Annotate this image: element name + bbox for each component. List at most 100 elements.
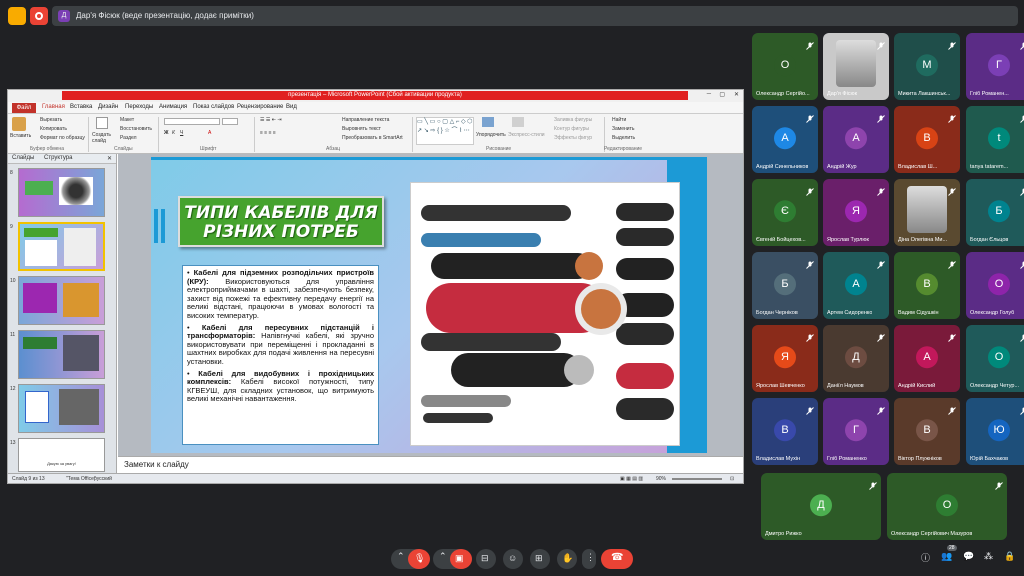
participant-tile[interactable]: Ю Юрій Бахчаков bbox=[966, 398, 1024, 465]
italic-icon[interactable]: К bbox=[172, 130, 175, 136]
arrange-icon[interactable] bbox=[482, 117, 494, 127]
find-button[interactable]: Найти bbox=[612, 117, 626, 123]
tab-transitions[interactable]: Переходы bbox=[125, 104, 153, 110]
arrange-button[interactable]: Упорядочить bbox=[476, 132, 506, 138]
tab-animation[interactable]: Анимация bbox=[159, 104, 187, 110]
shape-effects-button[interactable]: Эффекты фигур bbox=[554, 135, 592, 141]
tab-view[interactable]: Вид bbox=[286, 104, 297, 110]
present-icon[interactable] bbox=[8, 7, 26, 25]
maximize-icon[interactable]: ▢ bbox=[719, 91, 725, 98]
record-icon[interactable] bbox=[30, 7, 48, 25]
participant-tile[interactable]: А Андрій Жур bbox=[823, 106, 889, 173]
host-controls-icon[interactable]: 🔒 bbox=[1004, 551, 1015, 562]
align-text-button[interactable]: Выровнять текст bbox=[342, 126, 381, 132]
font-color-icon[interactable]: A bbox=[208, 130, 211, 136]
tab-insert[interactable]: Вставка bbox=[70, 104, 92, 110]
participant-tile[interactable]: В Владислав Мухін bbox=[752, 398, 818, 465]
participant-tile[interactable]: Я Ярослав Турлюк bbox=[823, 179, 889, 246]
participant-tile[interactable]: В Владислав Ш... bbox=[894, 106, 960, 173]
participant-tile[interactable]: А Андрій Синельников bbox=[752, 106, 818, 173]
fit-slide-icon[interactable]: ⊡ bbox=[730, 476, 734, 482]
quick-styles-icon[interactable] bbox=[512, 117, 524, 127]
participant-tile[interactable]: О Олександр Четур... bbox=[966, 325, 1024, 392]
reset-button[interactable]: Восстановить bbox=[120, 126, 152, 132]
activities-icon[interactable]: ⁂ bbox=[984, 551, 993, 562]
slide-thumbnail-11[interactable] bbox=[18, 330, 105, 379]
participant-tile[interactable]: О Олександр Сергійович Мазуров bbox=[887, 473, 1007, 540]
section-button[interactable]: Раздел bbox=[120, 135, 137, 141]
smartart-button[interactable]: Преобразовать в SmartArt bbox=[342, 135, 403, 141]
info-icon[interactable]: ⓘ bbox=[921, 551, 930, 564]
slide-thumbnail-12[interactable] bbox=[18, 384, 105, 433]
participant-tile[interactable]: М Микита Лакшинськ... bbox=[894, 33, 960, 100]
leave-call-button[interactable]: ☎ bbox=[601, 549, 633, 569]
select-button[interactable]: Выделить bbox=[612, 135, 635, 141]
font-name-box[interactable] bbox=[164, 118, 220, 125]
slide-thumbnail-10[interactable] bbox=[18, 276, 105, 325]
list-icons[interactable]: ☰ ☰ ⇤ ⇥ bbox=[260, 117, 282, 123]
bold-icon[interactable]: Ж bbox=[164, 130, 169, 136]
close-pane-icon[interactable]: ✕ bbox=[107, 155, 112, 162]
present-button[interactable]: ⊞ bbox=[530, 549, 550, 569]
participant-tile[interactable]: В Віктор Плужніков bbox=[894, 398, 960, 465]
zoom-slider[interactable] bbox=[672, 478, 722, 480]
more-options-button[interactable]: ⋮ bbox=[582, 549, 596, 569]
shapes-gallery[interactable]: ▭ ╲ ▭ ○ ▢ △ ⌐ ◇ ⬡ ↗ ↘ ⇨ { } ☆ ⌒ ⌇ ⋯ bbox=[416, 117, 474, 145]
tab-slides[interactable]: Слайды bbox=[12, 155, 34, 161]
participant-tile[interactable]: Б Богдан Єльцов bbox=[966, 179, 1024, 246]
participant-tile[interactable]: Д Даніїл Наумов bbox=[823, 325, 889, 392]
slide-thumbnail-13[interactable]: Дякую за увагу! bbox=[18, 438, 105, 472]
tab-home[interactable]: Главная bbox=[42, 104, 65, 110]
new-slide-icon[interactable] bbox=[96, 117, 108, 129]
emoji-button[interactable]: ☺ bbox=[503, 549, 523, 569]
mic-off-button[interactable]: 🎙 bbox=[408, 549, 430, 569]
participant-tile[interactable]: А Андрій Кислий bbox=[894, 325, 960, 392]
tab-design[interactable]: Дизайн bbox=[98, 104, 118, 110]
participant-tile[interactable]: О Олександр Голуб bbox=[966, 252, 1024, 319]
participant-tile[interactable]: А Артем Сидоренко bbox=[823, 252, 889, 319]
format-painter-button[interactable]: Формат по образцу bbox=[40, 135, 85, 141]
shape-fill-button[interactable]: Заливка фигуры bbox=[554, 117, 592, 123]
tab-review[interactable]: Рецензирование bbox=[237, 104, 283, 110]
shape-outline-button[interactable]: Контур фигуры bbox=[554, 126, 589, 132]
camera-off-button[interactable]: ▣ bbox=[450, 549, 472, 569]
replace-button[interactable]: Заменить bbox=[612, 126, 634, 132]
view-icons[interactable]: ▣ ▦ ▤ ▥ bbox=[620, 476, 643, 482]
participant-tile[interactable]: Д Дмитро Рижко bbox=[761, 473, 881, 540]
notes-field[interactable]: Заметки к слайду bbox=[118, 456, 743, 474]
participant-tile[interactable]: t tanya tatarem... bbox=[966, 106, 1024, 173]
close-icon[interactable]: ✕ bbox=[734, 91, 739, 98]
participant-tile[interactable]: Є Євгеній Бойцехов... bbox=[752, 179, 818, 246]
paste-icon[interactable] bbox=[12, 117, 26, 131]
participant-tile[interactable]: В Вадим Сідушкін bbox=[894, 252, 960, 319]
slide-thumbnail-8[interactable] bbox=[18, 168, 105, 217]
minimize-icon[interactable]: ─ bbox=[707, 91, 711, 97]
align-icons[interactable]: ≡ ≡ ≡ ≡ bbox=[260, 130, 276, 136]
captions-button[interactable]: ⊟ bbox=[476, 549, 496, 569]
participant-tile[interactable]: Я Ярослав Шевченко bbox=[752, 325, 818, 392]
new-slide-button[interactable]: Создать слайд bbox=[92, 132, 116, 144]
text-direction-button[interactable]: Направление текста bbox=[342, 117, 389, 123]
participant-tile[interactable]: Б Богдан Черніков bbox=[752, 252, 818, 319]
participant-tile[interactable]: Дар'я Фісюк bbox=[823, 33, 889, 100]
quick-styles-button[interactable]: Экспресс-стили bbox=[508, 132, 545, 138]
tab-outline[interactable]: Структура bbox=[44, 155, 72, 161]
participant-tile[interactable]: Діна Олегівна Ми... bbox=[894, 179, 960, 246]
cut-button[interactable]: Вырезать bbox=[40, 117, 62, 123]
participant-tile[interactable]: О Олександр Сергійо... bbox=[752, 33, 818, 100]
copy-button[interactable]: Копировать bbox=[40, 126, 67, 132]
raise-hand-button[interactable]: ✋ bbox=[557, 549, 577, 569]
camera-caret-icon[interactable]: ⌃ bbox=[439, 551, 447, 562]
mic-caret-icon[interactable]: ⌃ bbox=[397, 551, 405, 562]
people-icon[interactable]: 👥 bbox=[941, 551, 952, 562]
underline-icon[interactable]: Ч bbox=[180, 130, 183, 136]
slide-thumbnail-9[interactable] bbox=[18, 222, 105, 271]
tab-slideshow[interactable]: Показ слайдов bbox=[193, 104, 234, 110]
tab-file[interactable]: Файл bbox=[12, 103, 36, 113]
paste-button[interactable]: Вставить bbox=[10, 133, 31, 139]
font-size-box[interactable] bbox=[222, 118, 238, 125]
layout-button[interactable]: Макет bbox=[120, 117, 134, 123]
chat-icon[interactable]: 💬 bbox=[963, 551, 974, 562]
participant-tile[interactable]: Г Гліб Романенко bbox=[823, 398, 889, 465]
participant-tile[interactable]: Г Гліб Романен... bbox=[966, 33, 1024, 100]
